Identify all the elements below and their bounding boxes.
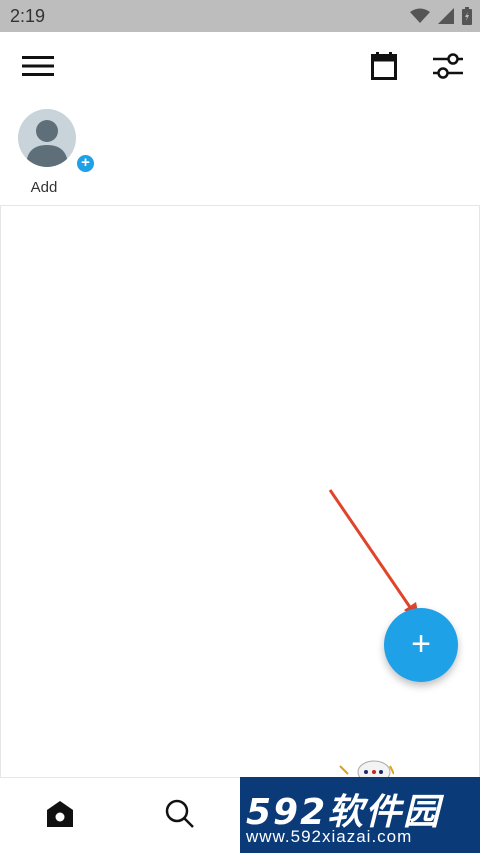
- add-story-label: Add: [30, 179, 58, 196]
- battery-icon: [462, 7, 472, 30]
- menu-button[interactable]: [18, 48, 58, 88]
- add-badge-icon: +: [75, 153, 96, 174]
- watermark-url: www.592xiazai.com: [246, 827, 413, 846]
- home-icon: [45, 799, 75, 834]
- menu-icon: [22, 55, 54, 82]
- signal-icon: [438, 8, 454, 29]
- sliders-icon: [433, 52, 463, 84]
- add-story-button[interactable]: + Add: [18, 109, 96, 196]
- app-bar: [0, 32, 480, 104]
- calendar-button[interactable]: [364, 48, 404, 88]
- nav-home[interactable]: [40, 796, 80, 836]
- nav-search[interactable]: [160, 796, 200, 836]
- filter-button[interactable]: [428, 48, 468, 88]
- avatar: [18, 109, 76, 167]
- watermark-banner: 592软件园 www.592xiazai.com: [240, 777, 480, 853]
- add-fab-button[interactable]: +: [384, 608, 458, 682]
- app-screen: 2:19 + Add + 592软件园 www.592xiazai.com: [0, 0, 480, 853]
- status-icons: [410, 7, 472, 30]
- frame-border-left: [0, 205, 1, 853]
- status-time: 2:19: [10, 6, 46, 26]
- status-bar: 2:19: [0, 0, 480, 32]
- wifi-icon: [410, 8, 430, 29]
- search-icon: [165, 799, 195, 834]
- stories-row: + Add: [0, 104, 480, 206]
- person-icon: [26, 120, 68, 167]
- calendar-icon: [371, 51, 397, 85]
